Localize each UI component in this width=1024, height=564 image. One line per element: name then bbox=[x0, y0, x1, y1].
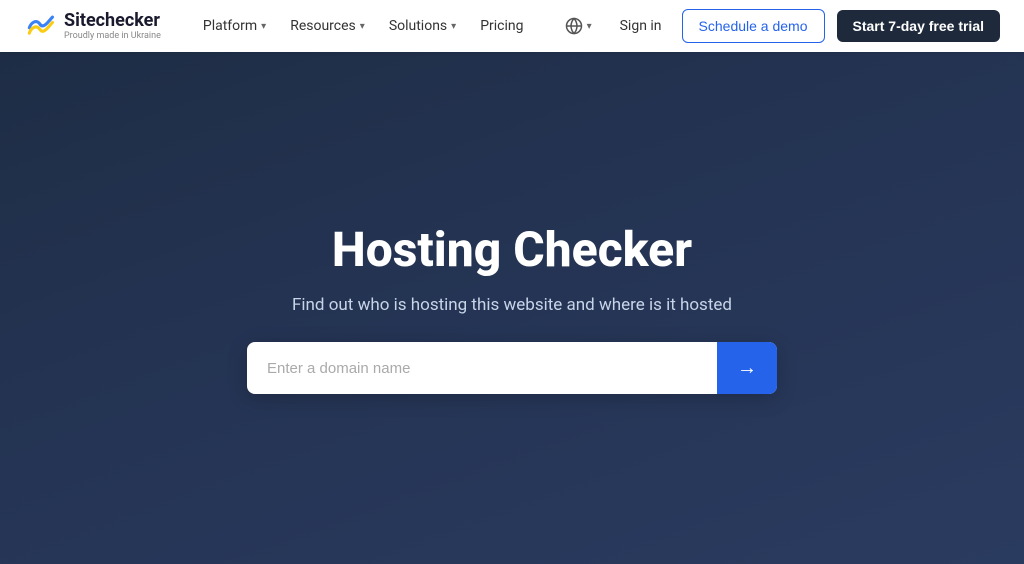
navbar: Sitechecker Proudly made in Ukraine Plat… bbox=[0, 0, 1024, 52]
language-selector[interactable]: ▾ bbox=[557, 11, 600, 41]
schedule-demo-button[interactable]: Schedule a demo bbox=[682, 9, 825, 43]
signin-link[interactable]: Sign in bbox=[612, 12, 670, 40]
nav-pricing[interactable]: Pricing bbox=[470, 12, 533, 40]
chevron-icon: ▾ bbox=[261, 21, 266, 32]
chevron-icon: ▾ bbox=[360, 21, 365, 32]
language-chevron: ▾ bbox=[587, 21, 592, 32]
arrow-right-icon: → bbox=[737, 357, 757, 380]
hero-subtitle: Find out who is hosting this website and… bbox=[292, 293, 732, 319]
logo-tagline: Proudly made in Ukraine bbox=[64, 31, 161, 42]
logo-link[interactable]: Sitechecker Proudly made in Ukraine bbox=[24, 10, 161, 42]
search-button[interactable]: → bbox=[717, 342, 777, 394]
hero-title: Hosting Checker bbox=[332, 222, 692, 277]
nav-right: ▾ Sign in Schedule a demo Start 7-day fr… bbox=[557, 9, 1000, 43]
logo-name: Sitechecker bbox=[64, 11, 161, 31]
nav-links: Platform ▾ Resources ▾ Solutions ▾ Prici… bbox=[193, 12, 557, 40]
search-bar: → bbox=[247, 342, 777, 394]
hero-section: Hosting Checker Find out who is hosting … bbox=[0, 52, 1024, 564]
nav-solutions[interactable]: Solutions ▾ bbox=[379, 12, 466, 40]
nav-platform[interactable]: Platform ▾ bbox=[193, 12, 276, 40]
chevron-icon: ▾ bbox=[451, 21, 456, 32]
globe-icon bbox=[565, 17, 583, 35]
logo-icon bbox=[24, 10, 56, 42]
domain-search-input[interactable] bbox=[247, 342, 717, 394]
logo-text: Sitechecker Proudly made in Ukraine bbox=[64, 11, 161, 42]
start-trial-button[interactable]: Start 7-day free trial bbox=[837, 10, 1001, 42]
nav-resources[interactable]: Resources ▾ bbox=[280, 12, 375, 40]
